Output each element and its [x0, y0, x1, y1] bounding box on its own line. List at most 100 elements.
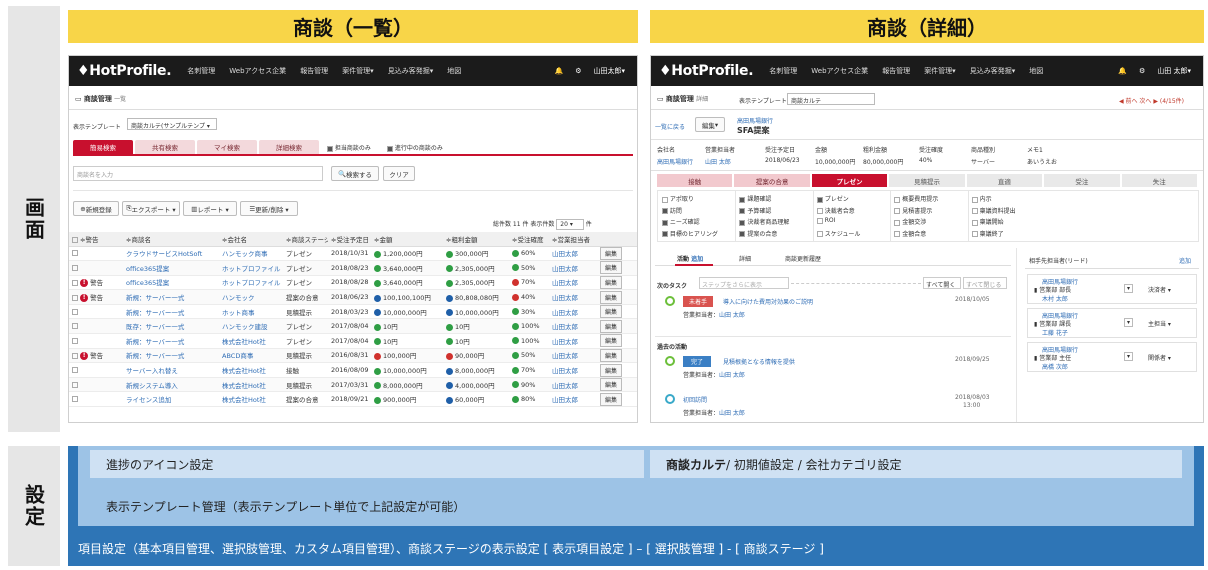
deal-name-link[interactable]: 新規：サーバー一式: [123, 289, 219, 305]
pager[interactable]: ◀ 前へ 次へ ▶ (4/15件): [1119, 96, 1184, 105]
warn-cell[interactable]: ! 警告: [69, 348, 123, 364]
contact-card[interactable]: 高田馬場銀行 ▮ 営業部 課長 工藤 花子 ▾ 主担当 ▾: [1027, 308, 1197, 338]
table-row[interactable]: クラウドサービスHotSoft ハンモック商事 プレゼン 2018/10/31 1,20…: [69, 246, 637, 262]
contact-card[interactable]: 高田馬場銀行 ▮ 営業部 主任 高橋 次郎 ▾ 関係者 ▾: [1027, 342, 1197, 372]
checkbox[interactable]: [739, 231, 746, 237]
export-button[interactable]: ⎘ エクスポート ▾: [122, 201, 180, 216]
checklist-item[interactable]: 予算確認: [739, 206, 789, 218]
nav-prospects[interactable]: 見込み客発掘▾: [970, 66, 1016, 76]
rep-link[interactable]: 山田太郎: [549, 391, 597, 408]
checklist-item[interactable]: 訪問: [662, 206, 718, 218]
checklist-item[interactable]: 稟議開始: [971, 217, 1016, 229]
tab-activity[interactable]: 活動 追加: [677, 254, 703, 263]
rep-link[interactable]: 山田太郎: [549, 246, 597, 262]
edit-button[interactable]: 編集: [600, 290, 623, 304]
col-gross[interactable]: ≑粗利金額: [443, 232, 509, 247]
tab-my-search[interactable]: マイ検索: [197, 140, 257, 154]
edit-button[interactable]: 編集: [600, 305, 623, 318]
tab-detail[interactable]: 詳細: [739, 254, 751, 263]
detail-template-select[interactable]: 商談カルテ: [787, 93, 875, 105]
contact-menu-button[interactable]: ▾: [1124, 352, 1134, 361]
checkbox[interactable]: [662, 231, 668, 237]
open-all-button[interactable]: すべて開く: [923, 277, 961, 289]
nav-map[interactable]: 地図: [1029, 66, 1043, 76]
checklist-item[interactable]: 金額交渉: [894, 217, 938, 229]
nav-map[interactable]: 地図: [447, 66, 461, 76]
row-checkbox[interactable]: [72, 250, 78, 257]
row-checkbox[interactable]: [72, 308, 78, 315]
past-task-title[interactable]: 見積根拠となる情報を提供: [723, 357, 795, 366]
deal-name-link[interactable]: サーバー入れ替え: [123, 362, 219, 378]
warn-cell[interactable]: [69, 246, 123, 262]
warn-cell[interactable]: [69, 260, 123, 276]
search-input[interactable]: 商談名を入力: [73, 166, 323, 181]
contact-role[interactable]: 関係者 ▾: [1148, 353, 1171, 362]
rep-link[interactable]: 山田太郎: [549, 377, 597, 393]
template-select[interactable]: 商談カルテ(サンプルテンプ ▾: [127, 118, 217, 130]
row-checkbox[interactable]: [72, 295, 78, 302]
company-link[interactable]: 高田馬場銀行: [737, 116, 773, 125]
checklist-item[interactable]: プレゼン: [816, 194, 861, 206]
rep-link[interactable]: 山田太郎: [549, 333, 597, 349]
back-link[interactable]: 一覧に戻る: [655, 122, 685, 131]
tab-detail-search[interactable]: 詳細検索: [259, 140, 319, 154]
row-checkbox[interactable]: [72, 353, 78, 360]
contacts-add-link[interactable]: 追加: [1179, 256, 1191, 265]
checkbox[interactable]: [662, 219, 668, 226]
rep-link[interactable]: 山田太郎: [549, 362, 597, 378]
contact-name[interactable]: 木村 太郎: [1042, 294, 1068, 303]
col-amount[interactable]: ≑金額: [371, 232, 443, 247]
stage-step[interactable]: 受注: [1044, 174, 1120, 187]
checkbox[interactable]: [739, 208, 746, 214]
contact-role[interactable]: 主担当 ▾: [1148, 319, 1171, 328]
contact-menu-button[interactable]: ▾: [1124, 318, 1134, 327]
warn-cell[interactable]: [69, 304, 123, 320]
table-row[interactable]: ライセンス追加 株式会社Hot社 提案の合意 2018/09/21 900,000円 60…: [69, 391, 637, 408]
nav-web-access[interactable]: Webアクセス企業: [229, 66, 286, 76]
bell-icon[interactable]: 🔔: [554, 67, 563, 75]
deal-name-link[interactable]: office365提案: [123, 260, 219, 276]
checklist-item[interactable]: 提案の合意: [739, 229, 789, 241]
warn-cell[interactable]: [69, 318, 123, 335]
col-name[interactable]: ≑商談名: [123, 232, 219, 247]
checkbox[interactable]: [816, 217, 823, 224]
col-stage[interactable]: ≑商談ステージ: [283, 232, 328, 247]
nav-prospects[interactable]: 見込み客発掘▾: [388, 66, 434, 76]
filter-my-deals[interactable]: 担当商談のみ: [327, 143, 371, 152]
edit-button[interactable]: 編集: [600, 246, 623, 260]
deal-name-link[interactable]: クラウドサービスHotSoft: [123, 246, 219, 262]
edit-button[interactable]: 編集: [600, 348, 623, 362]
deal-name-link[interactable]: ライセンス追加: [123, 391, 219, 408]
gear-icon[interactable]: ⚙: [1139, 67, 1145, 75]
warn-cell[interactable]: [69, 362, 123, 378]
company-link[interactable]: ハンモック: [219, 289, 283, 305]
new-deal-button[interactable]: ⊕ 新規登録: [73, 201, 119, 216]
stage-step[interactable]: プレゼン: [811, 174, 888, 187]
rep-link[interactable]: 山田太郎: [549, 318, 597, 335]
close-all-button[interactable]: すべて閉じる: [963, 277, 1007, 289]
checkbox[interactable]: [894, 196, 901, 203]
edit-button[interactable]: 編集: [600, 261, 623, 275]
row-checkbox[interactable]: [72, 396, 78, 403]
contact-role[interactable]: 決済者 ▾: [1148, 285, 1171, 294]
report-button[interactable]: ▥ レポート ▾: [183, 201, 237, 216]
past-task-item[interactable]: 初回訪問 2018/08/03 13:00 営業担当者：山田 太郎: [661, 394, 1011, 422]
bell-icon[interactable]: 🔔: [1118, 67, 1127, 75]
clear-button[interactable]: クリア: [383, 166, 415, 181]
col-rep[interactable]: ≑営業担当者: [549, 232, 597, 247]
contact-name[interactable]: 工藤 花子: [1042, 328, 1068, 337]
checklist-item[interactable]: ニーズ確認: [662, 217, 718, 229]
row-checkbox[interactable]: [72, 337, 78, 344]
checkbox[interactable]: [662, 208, 668, 214]
table-row[interactable]: ! 警告 新規：サーバー一式 ABCD商事 見積提示 2016/08/31 100,000円…: [69, 348, 637, 364]
past-task-title[interactable]: 初回訪問: [683, 395, 707, 404]
warn-cell[interactable]: [69, 391, 123, 408]
deal-name-link[interactable]: 既存：サーバー一式: [123, 318, 219, 335]
past-task-status[interactable]: 完了: [683, 356, 712, 367]
deal-name-link[interactable]: 新規：サーバー一式: [123, 304, 219, 320]
warn-cell[interactable]: [69, 333, 123, 349]
checklist-item[interactable]: 決裁者合意: [816, 206, 861, 218]
checkbox[interactable]: [971, 208, 978, 214]
warn-cell[interactable]: ! 警告: [69, 275, 123, 291]
nav-deals[interactable]: 案件管理▾: [924, 66, 956, 76]
